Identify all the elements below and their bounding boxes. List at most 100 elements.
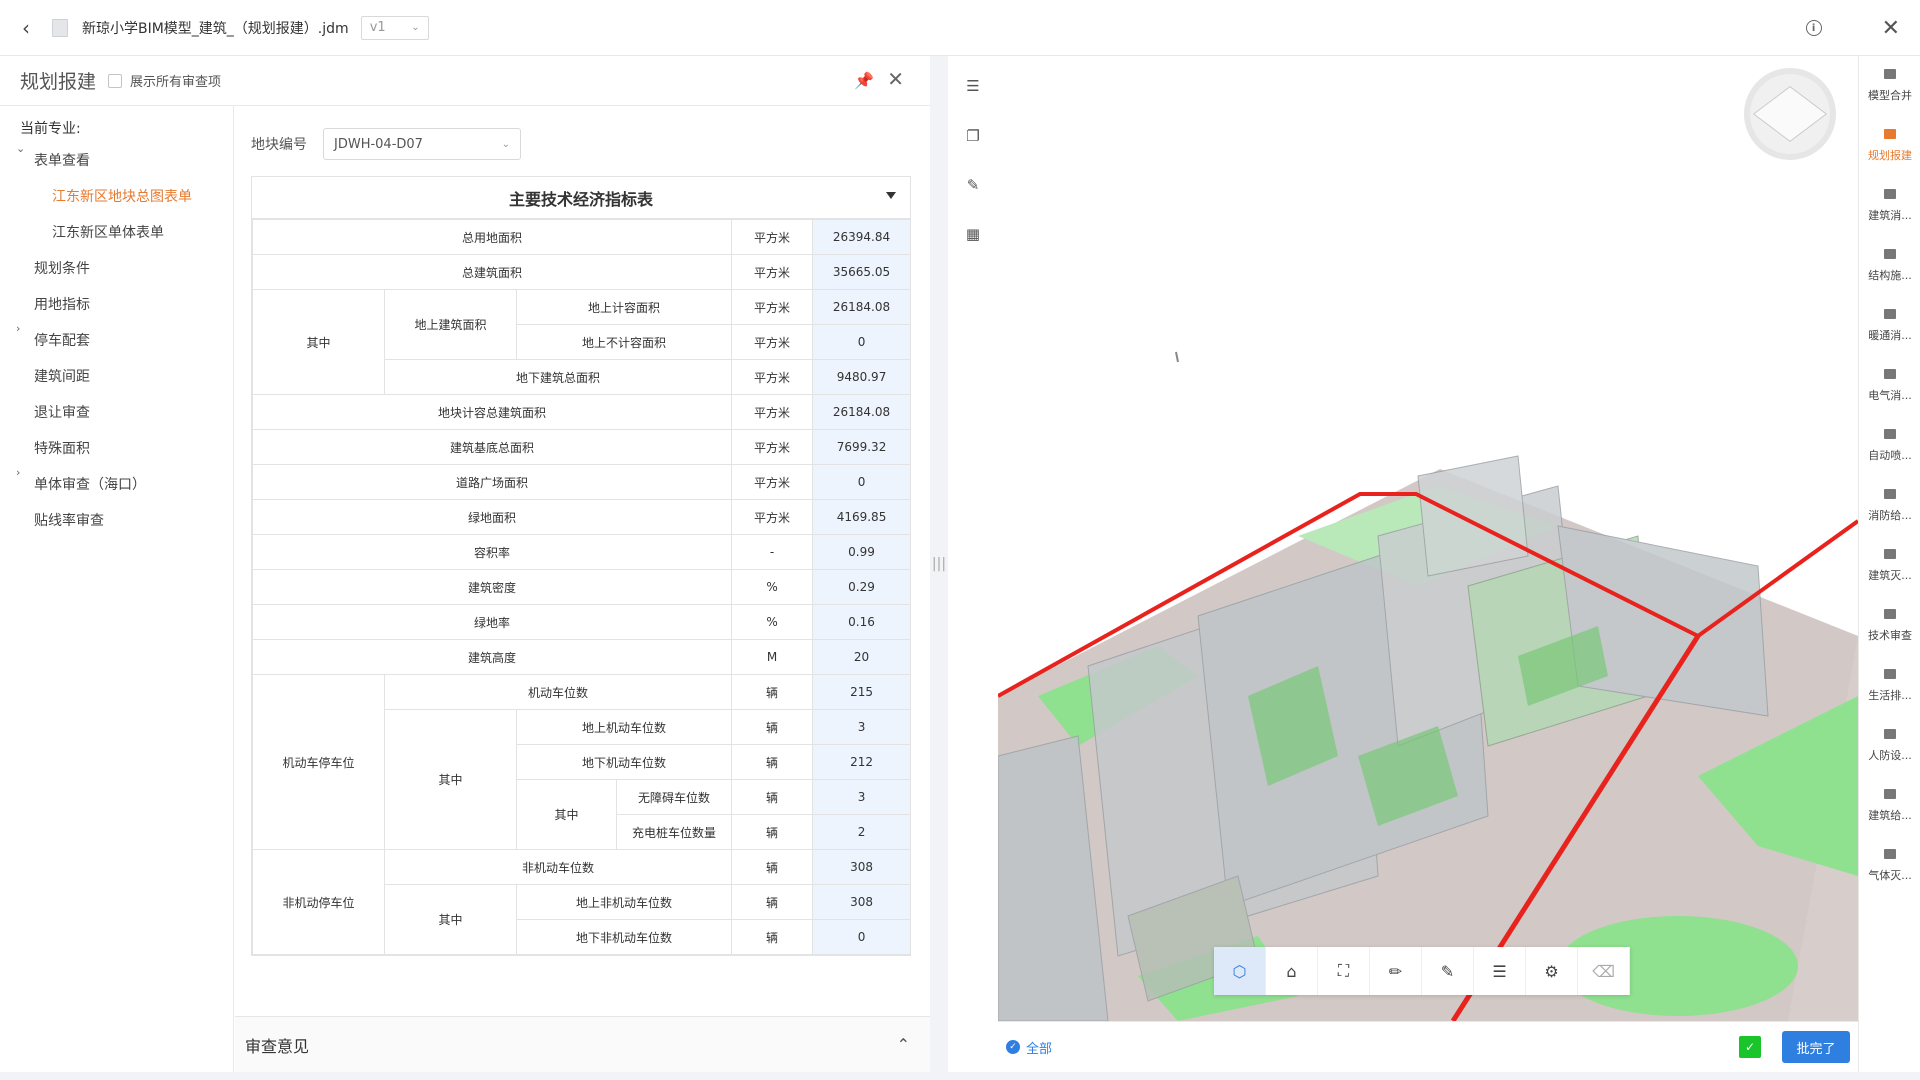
sidebar-item-water-supply[interactable]: 建筑给... — [1859, 776, 1920, 836]
sidebar-item-model-merge[interactable]: 模型合并 — [1859, 56, 1920, 116]
view-cube-face[interactable] — [1752, 86, 1828, 142]
sidebar-item-electrical[interactable]: 电气消... — [1859, 356, 1920, 416]
sidebar-item-planning[interactable]: 规划报建 — [1859, 116, 1920, 176]
chevron-up-icon[interactable]: ⌃ — [897, 1035, 910, 1054]
table-row: 建筑密度 % 0.29 — [251, 569, 912, 605]
approve-button[interactable]: 批完了 — [1782, 1031, 1850, 1063]
row-unit: 辆 — [731, 919, 814, 955]
row-unit: 平方米 — [731, 394, 814, 430]
tree-item-parking[interactable]: 停车配套 — [0, 322, 233, 358]
table-row: 容积率 - 0.99 — [251, 534, 912, 570]
civil-defense-icon — [1884, 729, 1896, 739]
settings-gear-icon[interactable]: ⚙ — [1526, 947, 1578, 995]
tree-item-planning-conditions[interactable]: 规划条件 — [0, 250, 233, 286]
home-icon[interactable]: ⌂ — [1266, 947, 1318, 995]
row-unit: 平方米 — [731, 324, 814, 360]
sidebar-item-label: 模型合并 — [1868, 89, 1912, 102]
tree-item-frontage-ratio[interactable]: 贴线率审查 — [0, 502, 233, 538]
tree-item-unit-form[interactable]: 江东新区单体表单 — [0, 214, 233, 250]
model-viewport[interactable]: ⬡ ⌂ ⛶ ✏ ✎ ☰ ⚙ ⌫ — [998, 56, 1858, 1021]
chevron-right-icon[interactable]: › — [16, 322, 20, 335]
show-all-label[interactable]: 展示所有审查项 — [130, 71, 221, 90]
list-icon[interactable]: ☰ — [965, 77, 981, 95]
info-icon[interactable]: i — [1805, 20, 1822, 36]
clear-eraser-icon[interactable]: ⌫ — [1578, 947, 1630, 995]
all-filter-label: 全部 — [1026, 1041, 1053, 1057]
row-value: 3 — [812, 779, 912, 815]
measure-pen-icon[interactable]: ✏ — [1370, 947, 1422, 995]
subgroup-cell: 其中 — [384, 709, 517, 850]
grid-icon[interactable]: ▦ — [965, 225, 981, 243]
parcel-select[interactable]: JDWH-04-D07 ⌄ — [323, 128, 521, 160]
tree-item-building-spacing[interactable]: 建筑间距 — [0, 358, 233, 394]
close-icon[interactable]: ✕ — [1882, 16, 1900, 41]
sidebar-item-structure[interactable]: 结构施... — [1859, 236, 1920, 296]
parcel-field: 地块编号 JDWH-04-D07 ⌄ — [251, 128, 521, 160]
row-name: 地上非机动车位数 — [515, 884, 733, 920]
row-value: 212 — [812, 744, 912, 780]
structure-icon — [1884, 249, 1896, 259]
tool-column: ☰ ❐ ✎ ▦ — [948, 56, 998, 1072]
sidebar-item-hvac[interactable]: 暖通消... — [1859, 296, 1920, 356]
row-value: 0.29 — [812, 569, 912, 605]
status-check-icon[interactable]: ✓ — [1739, 1036, 1761, 1058]
tree-item-site-form[interactable]: 江东新区地块总图表单 — [0, 178, 233, 214]
table-row: 机动车停车位 机动车位数 辆 215 — [252, 674, 912, 850]
row-value: 26394.84 — [812, 219, 912, 255]
chevron-right-icon[interactable]: › — [16, 466, 20, 479]
row-unit: % — [731, 569, 814, 605]
row-name: 充电桩车位数量 — [615, 814, 733, 850]
tech-review-icon — [1884, 609, 1896, 619]
table-row: 总用地面积 平方米 26394.84 — [251, 219, 912, 255]
back-chevron-left-icon[interactable]: ‹ — [0, 0, 52, 56]
tree-item-land-indicators[interactable]: 用地指标 — [0, 286, 233, 322]
building-icon — [1884, 189, 1896, 199]
chevron-down-icon[interactable]: ⌄ — [16, 142, 25, 155]
group-cell: 机动车停车位 — [252, 674, 385, 850]
row-unit: % — [731, 604, 814, 640]
row-value: 3 — [812, 709, 912, 745]
table-row: 地块计容总建筑面积 平方米 26184.08 — [251, 394, 912, 430]
extinguisher-icon — [1884, 549, 1896, 559]
row-value: 308 — [812, 884, 912, 920]
panel-close-icon[interactable]: ✕ — [887, 67, 904, 91]
sidebar-item-building-fire[interactable]: 建筑消... — [1859, 176, 1920, 236]
sidebar-item-gas-suppression[interactable]: 气体灭... — [1859, 836, 1920, 896]
row-unit: 平方米 — [731, 464, 814, 500]
tree-item-form-view[interactable]: 表单查看 — [0, 142, 233, 178]
layers-icon[interactable]: ☰ — [1474, 947, 1526, 995]
sidebar-item-sprinkler[interactable]: 自动喷... — [1859, 416, 1920, 476]
review-comments-bar[interactable]: 审查意见 ⌃ — [235, 1016, 930, 1072]
show-all-checkbox[interactable] — [108, 73, 123, 88]
row-value: 2 — [812, 814, 912, 850]
row-unit: 辆 — [731, 674, 814, 710]
annotate-icon[interactable]: ✎ — [965, 176, 981, 194]
row-value: 35665.05 — [812, 254, 912, 290]
row-value: 0 — [812, 919, 912, 955]
sidebar-item-fire-water[interactable]: 消防给... — [1859, 476, 1920, 536]
collapse-triangle-icon[interactable] — [886, 192, 896, 199]
view-cube[interactable] — [1744, 68, 1836, 160]
markup-icon[interactable]: ✎ — [1422, 947, 1474, 995]
subgroup-cell: 其中 — [516, 779, 617, 850]
version-select[interactable]: v1 ⌄ — [360, 15, 429, 40]
sidebar-item-civil-defense[interactable]: 人防设... — [1859, 716, 1920, 776]
tree-item-special-area[interactable]: 特殊面积 — [0, 430, 233, 466]
table-row: 绿地面积 平方米 4169.85 — [251, 499, 912, 535]
model-view-icon[interactable]: ⬡ — [1214, 947, 1266, 995]
chevron-down-icon: ⌄ — [411, 22, 420, 33]
sidebar-item-extinguisher[interactable]: 建筑灭... — [1859, 536, 1920, 596]
sidebar-item-drainage[interactable]: 生活排... — [1859, 656, 1920, 716]
title-bar: ‹ 新琼小学BIM模型_建筑_（规划报建）.jdm v1 ⌄ i ✕ — [0, 0, 1920, 56]
row-name: 总用地面积 — [251, 219, 733, 255]
row-unit: 平方米 — [731, 429, 814, 465]
pin-icon[interactable]: 📌 — [854, 71, 874, 90]
tree-item-unit-review[interactable]: 单体审查（海口） — [0, 466, 233, 502]
tree-item-setback-review[interactable]: 退让审查 — [0, 394, 233, 430]
panel-resize-handle[interactable]: ||| — [930, 56, 948, 1072]
all-filter[interactable]: ✓ 全部 — [1006, 1038, 1052, 1057]
bim-model-render[interactable] — [998, 56, 1858, 1021]
views-icon[interactable]: ❐ — [965, 127, 981, 145]
fullscreen-icon[interactable]: ⛶ — [1318, 947, 1370, 995]
sidebar-item-tech-review[interactable]: 技术审查 — [1859, 596, 1920, 656]
